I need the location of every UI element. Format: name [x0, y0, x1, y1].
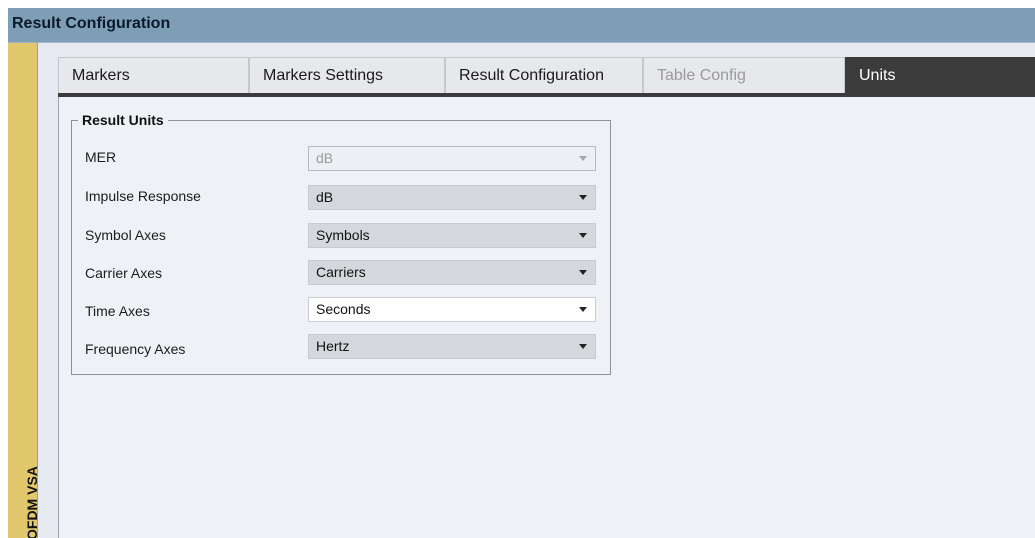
symbol-axes-value: Symbols: [316, 227, 370, 243]
tab-markers-settings[interactable]: Markers Settings: [249, 57, 445, 93]
symbol-axes-label: Symbol Axes: [85, 227, 166, 243]
chevron-down-icon: [579, 344, 587, 349]
tab-bar: Markers Markers Settings Result Configur…: [58, 57, 1035, 97]
tab-result-configuration[interactable]: Result Configuration: [445, 57, 643, 93]
carrier-axes-label: Carrier Axes: [85, 265, 163, 281]
result-units-legend: Result Units: [78, 112, 168, 128]
symbol-axes-dropdown[interactable]: Symbols: [308, 223, 596, 248]
impulse-response-value: dB: [316, 189, 334, 205]
application-sidebar: OFDM VSA: [8, 43, 40, 538]
frequency-axes-value: Hertz: [316, 338, 350, 354]
chevron-down-icon: [579, 307, 587, 312]
frequency-axes-label: Frequency Axes: [85, 341, 186, 357]
time-axes-dropdown[interactable]: Seconds: [308, 297, 596, 322]
window-title: Result Configuration: [12, 15, 171, 32]
mer-value: dB: [316, 150, 334, 166]
time-axes-value: Seconds: [316, 301, 371, 317]
chevron-down-icon: [579, 156, 587, 161]
impulse-response-dropdown[interactable]: dB: [308, 185, 596, 210]
tab-table-config: Table Config: [643, 57, 845, 93]
tab-units[interactable]: Units: [845, 57, 1035, 96]
mer-dropdown: dB: [308, 146, 596, 171]
impulse-response-label: Impulse Response: [85, 188, 201, 204]
chevron-down-icon: [579, 270, 587, 275]
carrier-axes-value: Carriers: [316, 264, 366, 280]
mer-label: MER: [85, 149, 117, 165]
time-axes-label: Time Axes: [85, 303, 150, 319]
chevron-down-icon: [579, 195, 587, 200]
window-title-bar: Result Configuration: [8, 8, 1035, 43]
carrier-axes-dropdown[interactable]: Carriers: [308, 260, 596, 285]
frequency-axes-dropdown[interactable]: Hertz: [308, 334, 596, 359]
tab-underline: [58, 93, 1035, 97]
tab-markers[interactable]: Markers: [58, 57, 249, 93]
chevron-down-icon: [579, 233, 587, 238]
